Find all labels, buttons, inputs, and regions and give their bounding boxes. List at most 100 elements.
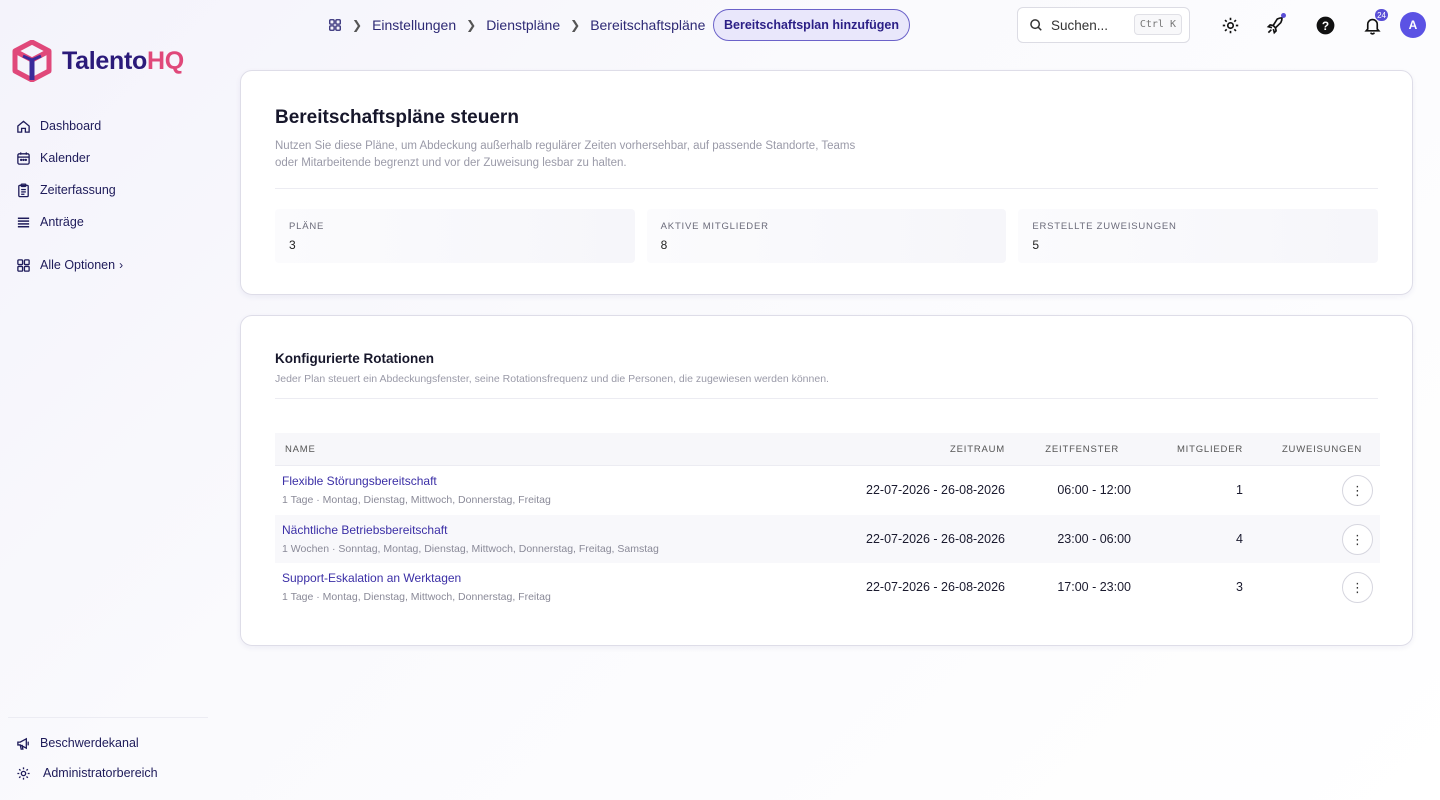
- stat-value: 8: [660, 238, 668, 252]
- sidebar-item-label: Alle Optionen: [40, 258, 116, 272]
- help-button[interactable]: ?: [1313, 13, 1337, 37]
- plan-members: 3: [1236, 580, 1243, 595]
- breadcrumb: ❯ Einstellungen ❯ Dienstpläne ❯ Bereitsc…: [328, 14, 705, 36]
- plan-schedule: 1 Wochen · Sonntag, Montag, Dienstag, Mi…: [282, 542, 659, 555]
- breadcrumb-einstellungen[interactable]: Einstellungen: [372, 17, 456, 33]
- sidebar-item-label: Beschwerdekanal: [40, 736, 139, 750]
- row-menu-button[interactable]: ⋮: [1342, 572, 1373, 603]
- rotations-table: NAME ZEITRAUM ZEITFENSTER MITGLIEDER ZUW…: [275, 433, 1380, 612]
- list-icon: [17, 217, 30, 227]
- plan-window: 06:00 - 12:00: [1057, 483, 1131, 498]
- sidebar-item-dashboard[interactable]: Dashboard: [16, 110, 123, 142]
- col-header-members[interactable]: MITGLIEDER: [1145, 444, 1243, 455]
- stat-value: 5: [1032, 238, 1040, 252]
- sidebar-item-beschwerdekanal[interactable]: Beschwerdekanal: [16, 728, 158, 758]
- table-row: Flexible Störungsbereitschaft 1 Tage · M…: [275, 466, 1380, 515]
- stat-label: AKTIVE MITGLIEDER: [660, 221, 769, 232]
- plan-name-link[interactable]: Flexible Störungsbereitschaft: [282, 474, 820, 488]
- col-header-window[interactable]: ZEITFENSTER: [1005, 444, 1145, 455]
- gear-icon: [1222, 17, 1238, 33]
- stat-label: PLÄNE: [289, 221, 325, 232]
- plan-period: 22-07-2026 - 26-08-2026: [866, 580, 1005, 595]
- stats-row: PLÄNE 3 AKTIVE MITGLIEDER 8 ERSTELLTE ZU…: [275, 209, 1379, 263]
- table-header: NAME ZEITRAUM ZEITFENSTER MITGLIEDER ZUW…: [275, 433, 1380, 466]
- plan-schedule: 1 Tage · Montag, Dienstag, Mittwoch, Don…: [282, 591, 551, 604]
- grid-icon: [17, 258, 30, 272]
- sidebar-item-all-options[interactable]: Alle Optionen ›: [16, 249, 123, 281]
- kebab-menu-icon: ⋮: [1351, 531, 1364, 547]
- table-body: Flexible Störungsbereitschaft 1 Tage · M…: [275, 466, 1380, 612]
- stat-value: 3: [289, 238, 296, 252]
- breadcrumb-dienstplaene[interactable]: Dienstpläne: [486, 17, 560, 33]
- kebab-menu-icon: ⋮: [1351, 483, 1364, 498]
- sidebar-item-administratorbereich[interactable]: Administratorbereich: [16, 758, 158, 788]
- chevron-right-icon: ❯: [352, 18, 363, 32]
- sidebar-item-zeiterfassung[interactable]: Zeiterfassung: [16, 174, 123, 206]
- row-menu-button[interactable]: ⋮: [1342, 523, 1373, 555]
- sidebar-item-antraege[interactable]: Anträge: [16, 206, 123, 238]
- add-standby-plan-button[interactable]: Bereitschaftsplan hinzufügen: [713, 9, 910, 41]
- plan-period: 22-07-2026 - 26-08-2026: [866, 483, 1005, 498]
- col-header-period[interactable]: ZEITRAUM: [820, 444, 1005, 455]
- calendar-icon: [17, 151, 30, 165]
- plan-schedule: 1 Tage · Montag, Dienstag, Mittwoch, Don…: [282, 494, 551, 507]
- plan-window: 17:00 - 23:00: [1057, 580, 1131, 595]
- divider: [275, 398, 1378, 399]
- divider: [275, 188, 1378, 189]
- sidebar-item-label: Kalender: [40, 151, 91, 165]
- section-title: Konfigurierte Rotationen: [275, 351, 434, 366]
- sidebar-item-label: Administratorbereich: [43, 766, 158, 780]
- kebab-menu-icon: ⋮: [1351, 580, 1364, 595]
- col-header-name[interactable]: NAME: [275, 444, 820, 455]
- stat-active-members: AKTIVE MITGLIEDER 8: [646, 209, 1007, 263]
- plan-members: 4: [1236, 531, 1243, 546]
- svg-text:?: ?: [1321, 18, 1328, 32]
- divider: [8, 717, 208, 718]
- logo[interactable]: TalentoHQ: [12, 40, 184, 82]
- avatar[interactable]: A: [1400, 12, 1426, 38]
- notifications-button[interactable]: 24: [1360, 9, 1388, 37]
- search-icon: [1030, 19, 1042, 31]
- sidebar: TalentoHQ Dashboard Kalender Zeiterfassu…: [0, 0, 220, 800]
- overview-card: Bereitschaftspläne steuern Nutzen Sie di…: [240, 70, 1413, 295]
- bottom-nav: Beschwerdekanal Administratorbereich: [16, 728, 158, 788]
- chevron-right-icon: ❯: [466, 18, 477, 32]
- brand-name: TalentoHQ: [62, 46, 184, 75]
- plan-name-link[interactable]: Nächtliche Betriebsbereitschaft: [282, 523, 820, 537]
- apps-grid-icon[interactable]: [328, 18, 342, 32]
- plan-window: 23:00 - 06:00: [1057, 531, 1131, 546]
- page-title: Bereitschaftspläne steuern: [275, 107, 519, 128]
- main-nav: Dashboard Kalender Zeiterfassung Anträge…: [16, 110, 123, 281]
- col-header-assignments[interactable]: ZUWEISUNGEN: [1243, 444, 1366, 455]
- clipboard-icon: [18, 182, 29, 197]
- rotations-card: Konfigurierte Rotationen Jeder Plan steu…: [240, 315, 1413, 646]
- stat-created-assignments: ERSTELLTE ZUWEISUNGEN 5: [1018, 209, 1379, 263]
- chevron-right-icon: ❯: [570, 18, 581, 32]
- rocket-icon: [1266, 16, 1283, 34]
- sidebar-item-label: Anträge: [40, 215, 84, 229]
- page-description: Nutzen Sie diese Pläne, um Abdeckung auß…: [275, 140, 856, 169]
- plan-name-link[interactable]: Support-Eskalation an Werktagen: [282, 571, 820, 585]
- megaphone-icon: [17, 737, 29, 750]
- section-description: Jeder Plan steuert ein Abdeckungsfenster…: [275, 373, 829, 385]
- settings-button[interactable]: [1218, 13, 1242, 37]
- help-icon: ?: [1316, 16, 1334, 34]
- launch-button[interactable]: [1263, 13, 1287, 37]
- update-indicator: [1281, 13, 1286, 18]
- notification-badge: 24: [1375, 9, 1388, 21]
- stat-label: ERSTELLTE ZUWEISUNGEN: [1032, 221, 1177, 232]
- sidebar-item-kalender[interactable]: Kalender: [16, 142, 123, 174]
- home-icon: [17, 119, 30, 133]
- plan-members: 1: [1236, 483, 1243, 498]
- search-input[interactable]: [1051, 17, 1131, 33]
- sidebar-item-label: Zeiterfassung: [40, 183, 116, 197]
- search-shortcut-hint: Ctrl K: [1133, 14, 1182, 35]
- breadcrumb-bereitschaftsplaene[interactable]: Bereitschaftspläne: [590, 17, 705, 33]
- search-box[interactable]: Ctrl K: [1017, 7, 1190, 43]
- stat-plans: PLÄNE 3: [275, 209, 635, 263]
- gear-icon: [17, 766, 30, 780]
- row-menu-button[interactable]: ⋮: [1342, 475, 1373, 506]
- table-row: Nächtliche Betriebsbereitschaft 1 Wochen…: [275, 514, 1380, 563]
- sidebar-item-label: Dashboard: [40, 119, 102, 133]
- plan-period: 22-07-2026 - 26-08-2026: [866, 531, 1005, 546]
